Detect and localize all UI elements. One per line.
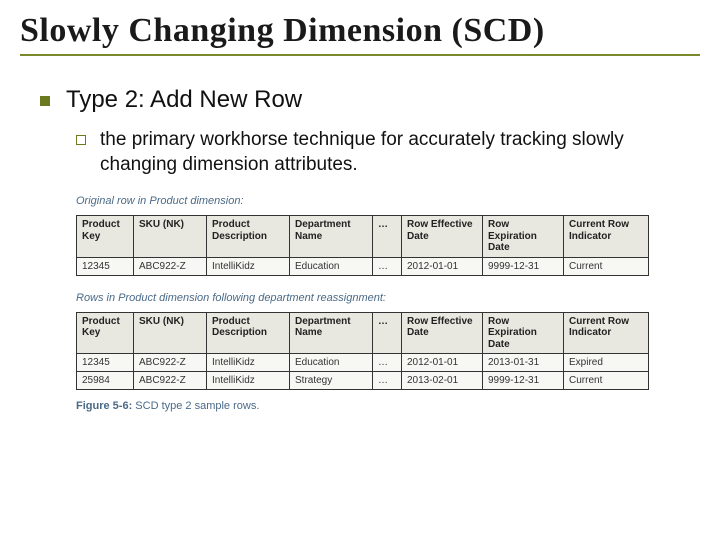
cell-department-name: Education — [290, 257, 373, 275]
cell-sku: ABC922-Z — [134, 257, 207, 275]
cell-sku: ABC922-Z — [134, 354, 207, 372]
cell-product-key: 12345 — [77, 354, 134, 372]
cell-product-description: IntelliKidz — [207, 372, 290, 390]
type2-heading: Type 2: Add New Row — [66, 86, 302, 114]
table-row: 12345 ABC922-Z IntelliKidz Education … 2… — [77, 354, 649, 372]
th-sku: SKU (NK) — [134, 312, 207, 354]
cell-ellipsis: … — [373, 354, 402, 372]
cell-row-expiration-date: 2013-01-31 — [483, 354, 564, 372]
cell-current-row-indicator: Expired — [564, 354, 649, 372]
bullet-level2: the primary workhorse technique for accu… — [76, 128, 700, 177]
th-row-expiration-date: Row Expiration Date — [483, 216, 564, 258]
table-after: Product Key SKU (NK) Product Description… — [76, 312, 649, 391]
cell-product-description: IntelliKidz — [207, 257, 290, 275]
figure-number: Figure 5-6: — [76, 400, 132, 412]
cell-row-effective-date: 2013-02-01 — [402, 372, 483, 390]
th-department-name: Department Name — [290, 216, 373, 258]
table-row: 25984 ABC922-Z IntelliKidz Strategy … 20… — [77, 372, 649, 390]
th-row-effective-date: Row Effective Date — [402, 216, 483, 258]
slide-title: Slowly Changing Dimension (SCD) — [20, 12, 700, 50]
figure-description: SCD type 2 sample rows. — [132, 400, 259, 412]
bullet-level1: Type 2: Add New Row — [40, 86, 700, 114]
th-product-key: Product Key — [77, 216, 134, 258]
th-current-row-indicator: Current Row Indicator — [564, 216, 649, 258]
cell-row-effective-date: 2012-01-01 — [402, 257, 483, 275]
cell-product-key: 12345 — [77, 257, 134, 275]
table-header-row: Product Key SKU (NK) Product Description… — [77, 216, 649, 258]
cell-department-name: Strategy — [290, 372, 373, 390]
cell-row-expiration-date: 9999-12-31 — [483, 257, 564, 275]
th-department-name: Department Name — [290, 312, 373, 354]
th-product-description: Product Description — [207, 216, 290, 258]
caption-after-reassignment: Rows in Product dimension following depa… — [76, 292, 680, 304]
th-ellipsis: … — [373, 216, 402, 258]
cell-current-row-indicator: Current — [564, 257, 649, 275]
figure-block: Original row in Product dimension: Produ… — [76, 195, 680, 412]
title-underline — [20, 54, 700, 56]
hollow-square-bullet-icon — [76, 135, 86, 145]
th-ellipsis: … — [373, 312, 402, 354]
th-row-expiration-date: Row Expiration Date — [483, 312, 564, 354]
table-original: Product Key SKU (NK) Product Description… — [76, 215, 649, 276]
th-sku: SKU (NK) — [134, 216, 207, 258]
cell-ellipsis: … — [373, 372, 402, 390]
table-header-row: Product Key SKU (NK) Product Description… — [77, 312, 649, 354]
cell-ellipsis: … — [373, 257, 402, 275]
cell-sku: ABC922-Z — [134, 372, 207, 390]
cell-product-key: 25984 — [77, 372, 134, 390]
sub-bullet-text: the primary workhorse technique for accu… — [100, 128, 660, 177]
caption-original-row: Original row in Product dimension: — [76, 195, 680, 207]
slide-container: Slowly Changing Dimension (SCD) Type 2: … — [0, 0, 720, 432]
cell-row-effective-date: 2012-01-01 — [402, 354, 483, 372]
cell-product-description: IntelliKidz — [207, 354, 290, 372]
th-current-row-indicator: Current Row Indicator — [564, 312, 649, 354]
th-product-key: Product Key — [77, 312, 134, 354]
figure-label: Figure 5-6: SCD type 2 sample rows. — [76, 400, 680, 412]
th-product-description: Product Description — [207, 312, 290, 354]
table-row: 12345 ABC922-Z IntelliKidz Education … 2… — [77, 257, 649, 275]
cell-row-expiration-date: 9999-12-31 — [483, 372, 564, 390]
square-bullet-icon — [40, 96, 50, 106]
cell-current-row-indicator: Current — [564, 372, 649, 390]
cell-department-name: Education — [290, 354, 373, 372]
th-row-effective-date: Row Effective Date — [402, 312, 483, 354]
